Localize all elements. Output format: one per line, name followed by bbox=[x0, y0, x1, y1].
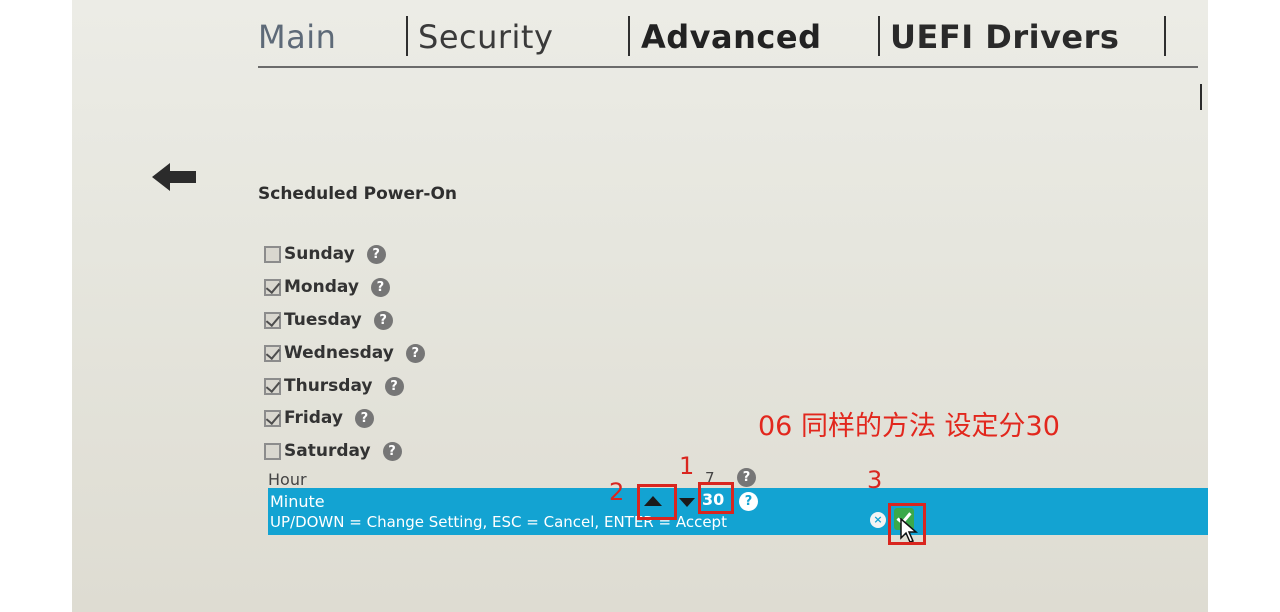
tab-separator bbox=[878, 16, 880, 56]
day-option-monday[interactable]: Monday ? bbox=[264, 275, 390, 299]
tab-bar: Main Security Advanced UEFI Drivers bbox=[258, 12, 1198, 68]
day-label: Friday bbox=[284, 408, 343, 428]
checkbox-checked[interactable] bbox=[264, 409, 281, 427]
tab-separator bbox=[1164, 16, 1166, 56]
back-arrow-icon[interactable] bbox=[150, 160, 198, 194]
help-icon[interactable]: ? bbox=[384, 376, 404, 396]
tab-advanced[interactable]: Advanced bbox=[641, 18, 821, 56]
tab-uefi-drivers[interactable]: UEFI Drivers bbox=[890, 18, 1119, 56]
annotation-box-step2 bbox=[637, 484, 677, 520]
tab-separator bbox=[628, 16, 630, 56]
day-option-wednesday[interactable]: Wednesday ? bbox=[264, 341, 425, 365]
day-option-friday[interactable]: Friday ? bbox=[264, 406, 374, 430]
minute-label: Minute bbox=[270, 492, 325, 511]
divider bbox=[1200, 84, 1202, 110]
annotation-step3: 3 bbox=[867, 466, 883, 494]
help-icon[interactable]: ? bbox=[373, 310, 393, 330]
help-icon[interactable]: ? bbox=[382, 441, 402, 461]
day-option-thursday[interactable]: Thursday ? bbox=[264, 374, 404, 398]
day-label: Monday bbox=[284, 277, 359, 297]
hour-label: Hour bbox=[268, 470, 307, 489]
checkbox[interactable] bbox=[264, 245, 281, 263]
section-title: Scheduled Power-On bbox=[258, 184, 458, 204]
checkbox-checked[interactable] bbox=[264, 377, 281, 395]
day-label: Sunday bbox=[284, 244, 355, 264]
day-label: Saturday bbox=[284, 441, 371, 461]
annotation-step1: 1 bbox=[679, 452, 695, 480]
day-option-tuesday[interactable]: Tuesday ? bbox=[264, 308, 393, 332]
day-label: Tuesday bbox=[284, 310, 362, 330]
down-arrow-icon[interactable] bbox=[679, 498, 695, 507]
tab-security[interactable]: Security bbox=[418, 18, 553, 56]
day-label: Wednesday bbox=[284, 343, 394, 363]
checkbox-checked[interactable] bbox=[264, 278, 281, 296]
day-label: Thursday bbox=[284, 376, 373, 396]
tab-underline bbox=[258, 66, 1198, 68]
tab-separator bbox=[406, 16, 408, 56]
day-option-saturday[interactable]: Saturday ? bbox=[264, 439, 402, 463]
help-icon[interactable]: ? bbox=[354, 408, 374, 428]
help-icon[interactable]: ? bbox=[405, 343, 425, 363]
help-icon[interactable]: ? bbox=[739, 492, 758, 511]
help-icon[interactable]: ? bbox=[370, 277, 390, 297]
help-icon[interactable]: ? bbox=[737, 468, 756, 487]
annotation-instruction: 06 同样的方法 设定分30 bbox=[758, 411, 1060, 442]
tab-main[interactable]: Main bbox=[258, 18, 336, 56]
annotation-box-step3 bbox=[888, 503, 926, 545]
checkbox[interactable] bbox=[264, 442, 281, 460]
day-option-sunday[interactable]: Sunday ? bbox=[264, 242, 386, 266]
annotation-box-step1 bbox=[698, 482, 734, 514]
cancel-icon[interactable]: × bbox=[870, 512, 886, 528]
checkbox-checked[interactable] bbox=[264, 311, 281, 329]
help-icon[interactable]: ? bbox=[366, 244, 386, 264]
annotation-step2: 2 bbox=[609, 478, 625, 506]
bios-screen-photo: Main Security Advanced UEFI Drivers Sche… bbox=[72, 0, 1208, 612]
checkbox-checked[interactable] bbox=[264, 344, 281, 362]
